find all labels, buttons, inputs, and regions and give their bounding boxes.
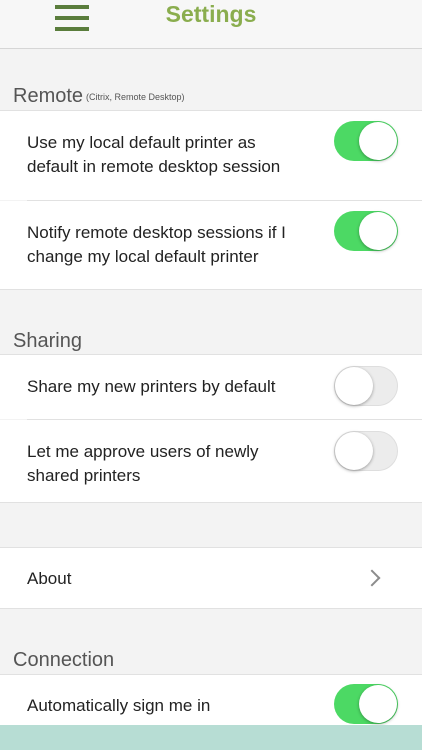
setting-label: Let me approve users of newly shared pri… (27, 442, 259, 485)
section-title-sharing: Sharing (13, 330, 82, 352)
chevron-right-icon (363, 569, 381, 587)
section-title-remote: Remote (13, 85, 84, 107)
setting-label: Share my new printers by default (27, 377, 276, 396)
section-title-connection: Connection (13, 649, 115, 671)
page-title: Settings (165, 1, 257, 27)
about-row[interactable]: About (0, 548, 422, 608)
section-header-remote: Remote (Citrix, Remote Desktop) (13, 85, 185, 108)
bottom-bar (0, 725, 422, 750)
toggle-approve-users[interactable] (334, 431, 398, 471)
setting-label: Automatically sign me in (27, 696, 211, 715)
toggle-use-local-default-printer[interactable] (334, 121, 398, 161)
section-header-connection: Connection (13, 649, 114, 672)
setting-row-approve-users[interactable]: Let me approve users of newly shared pri… (0, 420, 422, 502)
toggle-auto-sign-in[interactable] (334, 684, 398, 724)
about-label: About (27, 569, 72, 588)
section-header-sharing: Sharing (13, 330, 82, 353)
setting-row-notify-remote-sessions[interactable]: Notify remote desktop sessions if I chan… (0, 201, 422, 289)
setting-row-share-new-printers[interactable]: Share my new printers by default (0, 355, 422, 419)
nav-header: Settings (0, 0, 422, 49)
setting-label: Notify remote desktop sessions if I chan… (27, 223, 286, 266)
setting-row-auto-sign-in[interactable]: Automatically sign me in (0, 675, 422, 725)
setting-row-use-local-default-printer[interactable]: Use my local default printer as default … (0, 111, 422, 200)
toggle-notify-remote-sessions[interactable] (334, 211, 398, 251)
setting-label: Use my local default printer as default … (27, 133, 281, 176)
toggle-share-new-printers[interactable] (334, 366, 398, 406)
section-subtitle-remote: (Citrix, Remote Desktop) (86, 92, 185, 102)
